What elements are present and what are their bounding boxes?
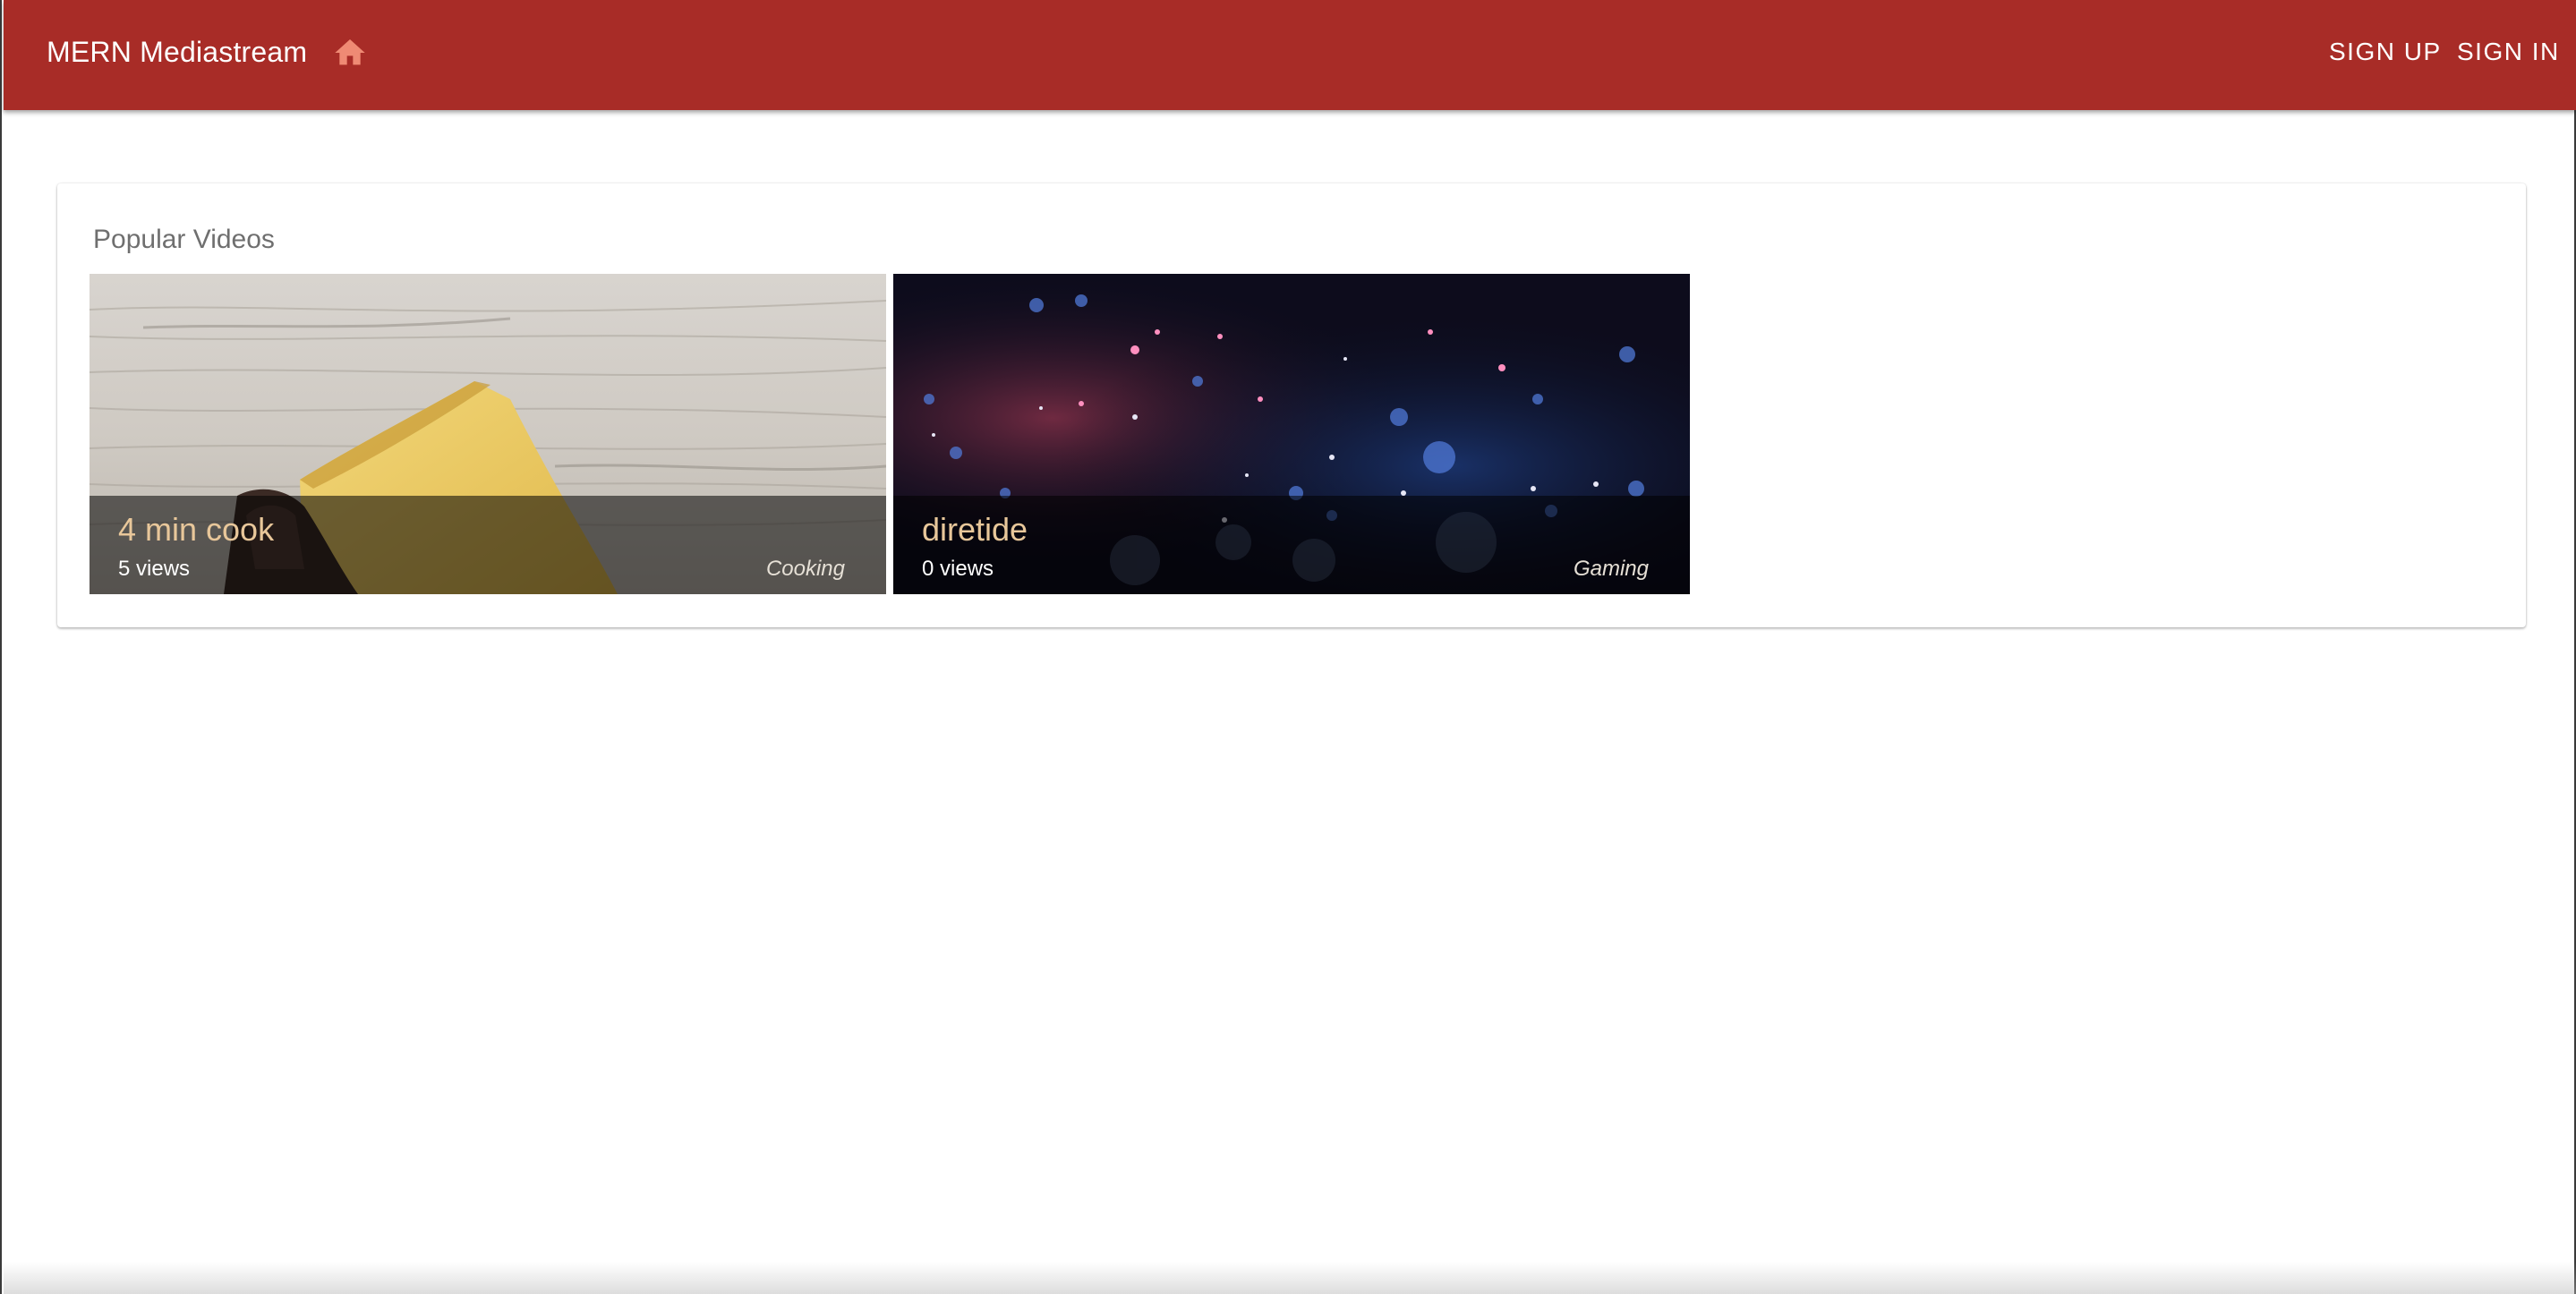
video-genre: Gaming	[1573, 557, 1649, 581]
app-bar: MERN Mediastream SIGN UP SIGN IN	[4, 0, 2576, 110]
sign-up-button[interactable]: SIGN UP	[2329, 32, 2442, 72]
app-title: MERN Mediastream	[47, 36, 308, 68]
video-views: 0 views	[922, 557, 994, 581]
video-tile[interactable]: 4 min cook 5 views Cooking	[90, 274, 886, 594]
video-title[interactable]: diretide	[922, 510, 1028, 549]
video-tile[interactable]: diretide 0 views Gaming	[893, 274, 1690, 594]
bottom-edge-shadow	[4, 1262, 2576, 1294]
sign-in-button[interactable]: SIGN IN	[2457, 32, 2560, 72]
video-genre: Cooking	[765, 557, 845, 581]
popular-videos-card: Popular Videos 4 min cook 5 views Cookin…	[57, 183, 2526, 627]
video-info-overlay: diretide 0 views Gaming	[893, 496, 1690, 594]
browser-viewport: MERN Mediastream SIGN UP SIGN IN Popular…	[0, 0, 2576, 1294]
video-title[interactable]: 4 min cook	[118, 510, 274, 549]
home-button[interactable]	[324, 30, 376, 75]
video-info-overlay: 4 min cook 5 views Cooking	[90, 496, 886, 594]
home-icon	[335, 39, 365, 65]
section-title: Popular Videos	[93, 225, 275, 254]
video-views: 5 views	[118, 557, 191, 581]
